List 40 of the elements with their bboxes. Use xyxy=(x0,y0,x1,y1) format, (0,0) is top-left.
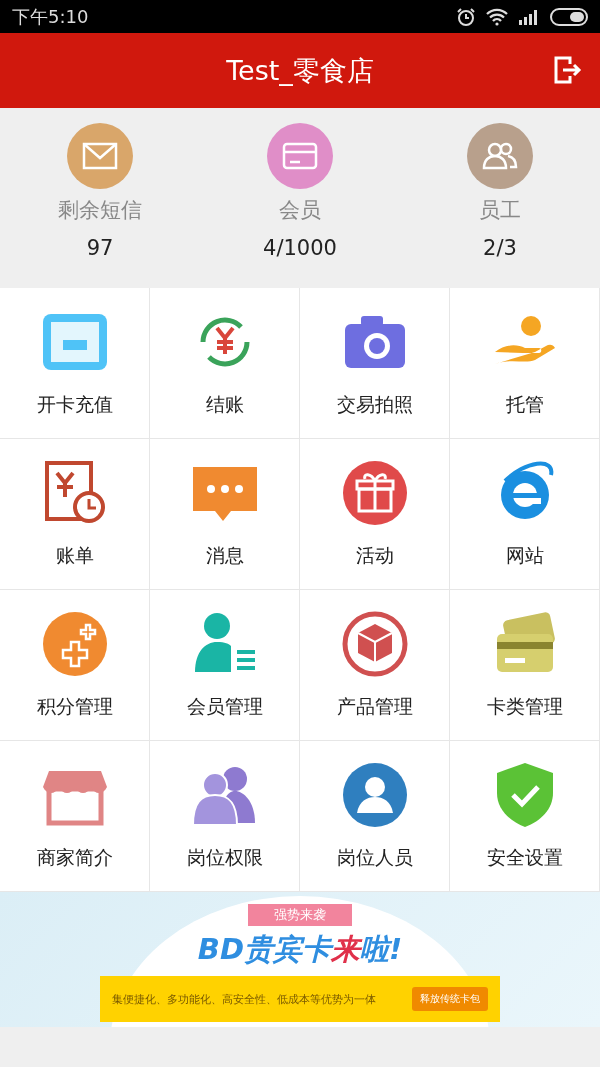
menu-tile[interactable]: 账单 xyxy=(0,439,150,590)
menu-tile[interactable]: 活动 xyxy=(300,439,450,590)
gift-icon xyxy=(340,459,409,527)
logout-icon[interactable] xyxy=(552,55,582,85)
status-time: 下午5:10 xyxy=(12,4,89,29)
battery-icon xyxy=(550,7,588,26)
signal-icon xyxy=(518,8,540,25)
banner-slogan: 集便捷化、多功能化、高安全性、低成本等优势为一体 xyxy=(112,991,376,1007)
stat-value: 2/3 xyxy=(483,236,517,260)
box-icon xyxy=(340,610,409,678)
menu-tile[interactable]: 托管 xyxy=(450,288,600,439)
menu-tile[interactable]: 安全设置 xyxy=(450,741,600,892)
menu-tile[interactable]: 卡类管理 xyxy=(450,590,600,741)
stat-label: 会员 xyxy=(279,197,321,224)
shop-title: Test_零食店 xyxy=(226,53,374,88)
menu-tile[interactable]: 网站 xyxy=(450,439,600,590)
menu-tile[interactable]: 积分管理 xyxy=(0,590,150,741)
promo-banner[interactable]: 强势来袭 BD贵宾卡来啦! 集便捷化、多功能化、高安全性、低成本等优势为一体 释放传统卡包 xyxy=(0,892,600,1027)
menu-tile[interactable]: 产品管理 xyxy=(300,590,450,741)
menu-tile[interactable]: 岗位权限 xyxy=(150,741,300,892)
menu-tile[interactable]: 商家简介 xyxy=(0,741,150,892)
stat-value: 4/1000 xyxy=(263,236,337,260)
menu-tile[interactable]: 交易拍照 xyxy=(300,288,450,439)
menu-tile[interactable]: 会员管理 xyxy=(150,590,300,741)
people-icon[interactable] xyxy=(466,122,534,190)
banner-tag: 强势来袭 xyxy=(248,904,352,926)
card-icon[interactable] xyxy=(266,122,334,190)
person-circle-icon xyxy=(340,761,409,829)
envelope-icon[interactable] xyxy=(66,122,134,190)
stat-value: 97 xyxy=(86,236,114,260)
menu-tile[interactable]: 开卡充值 xyxy=(0,288,150,439)
plus-badge-icon xyxy=(40,610,109,678)
menu-tile[interactable]: 结账 xyxy=(150,288,300,439)
wifi-icon xyxy=(486,7,508,26)
alarm-icon xyxy=(456,6,476,27)
stat-label: 员工 xyxy=(479,197,521,224)
menu-tile[interactable]: 岗位人员 xyxy=(300,741,450,892)
stat-label: 剩余短信 xyxy=(58,197,142,224)
menu-tile[interactable]: 消息 xyxy=(150,439,300,590)
banner-title: BD贵宾卡来啦! xyxy=(197,931,403,968)
